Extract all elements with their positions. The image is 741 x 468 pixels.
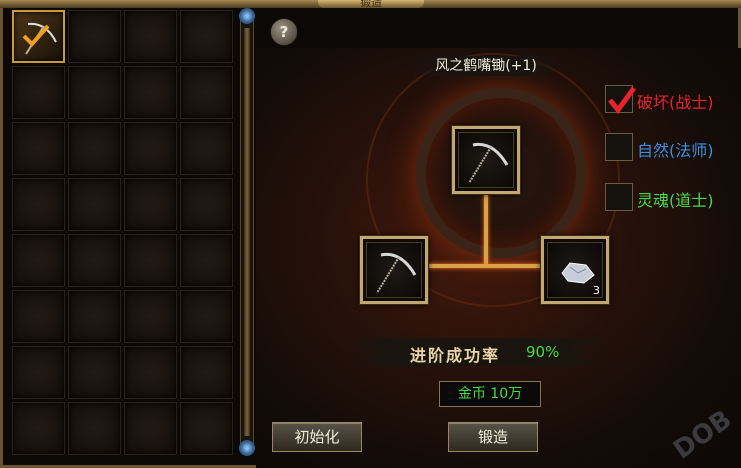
inventory-slot[interactable] [68, 178, 121, 231]
inventory-slot[interactable] [124, 178, 177, 231]
inventory-slot[interactable] [180, 234, 233, 287]
connector-horizontal [428, 264, 544, 268]
inventory-slot[interactable] [12, 402, 65, 455]
class-option-checkbox[interactable] [605, 133, 633, 161]
watermark: DOB [668, 404, 738, 466]
window-title: 锻造 [360, 0, 382, 9]
material-slot[interactable]: 3 [540, 235, 610, 305]
inventory-slot[interactable] [180, 66, 233, 119]
inventory-slot[interactable] [124, 346, 177, 399]
class-option-checkbox[interactable] [605, 183, 633, 211]
pickaxe-icon [22, 22, 57, 55]
success-rate-value: 90% [526, 343, 560, 361]
scroll-top-knob[interactable] [239, 8, 255, 24]
reset-button[interactable]: 初始化 [272, 422, 362, 452]
inventory-slot[interactable] [124, 290, 177, 343]
inventory-slot[interactable] [180, 346, 233, 399]
inventory-slot[interactable] [124, 122, 177, 175]
inventory-slot[interactable] [12, 10, 65, 63]
inventory-slot[interactable] [124, 66, 177, 119]
inventory-slot[interactable] [68, 122, 121, 175]
inventory-slot[interactable] [12, 122, 65, 175]
inventory-slot[interactable] [180, 290, 233, 343]
inventory-slot[interactable] [180, 178, 233, 231]
inventory-slot[interactable] [12, 178, 65, 231]
material-slot-inner: 3 [547, 242, 603, 298]
inventory-slot[interactable] [68, 10, 121, 63]
inventory-scrollbar[interactable] [239, 8, 255, 456]
help-button[interactable]: ? [270, 18, 298, 46]
class-option-label[interactable]: 自然(法师) [637, 137, 714, 161]
inventory-slot[interactable] [68, 234, 121, 287]
inventory-grid [12, 10, 238, 462]
pickaxe-icon [468, 142, 509, 184]
material-count: 3 [593, 284, 600, 297]
inventory-slot[interactable] [68, 346, 121, 399]
inventory-slot[interactable] [180, 402, 233, 455]
base-item-slot[interactable] [359, 235, 429, 305]
result-slot-inner [458, 132, 514, 188]
inventory-slot[interactable] [68, 290, 121, 343]
scroll-bottom-knob[interactable] [239, 440, 255, 456]
inventory-slot[interactable] [12, 290, 65, 343]
inventory-slot[interactable] [12, 234, 65, 287]
inventory-slot[interactable] [180, 10, 233, 63]
class-option-label[interactable]: 破坏(战士) [637, 89, 714, 113]
base-item-slot-inner [366, 242, 422, 298]
pickaxe-icon [376, 252, 417, 294]
checkmark-icon [608, 86, 637, 115]
inventory-slot[interactable] [124, 10, 177, 63]
class-option-label[interactable]: 灵魂(道士) [637, 187, 714, 211]
class-option-checkbox[interactable] [605, 85, 637, 115]
gold-cost: 金币 10万 [439, 381, 541, 407]
inventory-slot[interactable] [12, 346, 65, 399]
connector-vertical [484, 194, 488, 264]
inventory-slot[interactable] [68, 402, 121, 455]
inventory-slot[interactable] [124, 234, 177, 287]
item-name-label: 风之鹤嘴锄(+1) [411, 56, 561, 76]
inventory-slot[interactable] [180, 122, 233, 175]
inventory-slot[interactable] [12, 66, 65, 119]
forge-button[interactable]: 锻造 [448, 422, 538, 452]
inventory-slot[interactable] [124, 402, 177, 455]
inventory-slot[interactable] [68, 66, 121, 119]
title-plate: 锻造 [318, 0, 424, 9]
success-rate-label: 进阶成功率 [410, 346, 501, 365]
scroll-track[interactable] [244, 28, 250, 436]
result-slot[interactable] [451, 125, 521, 195]
